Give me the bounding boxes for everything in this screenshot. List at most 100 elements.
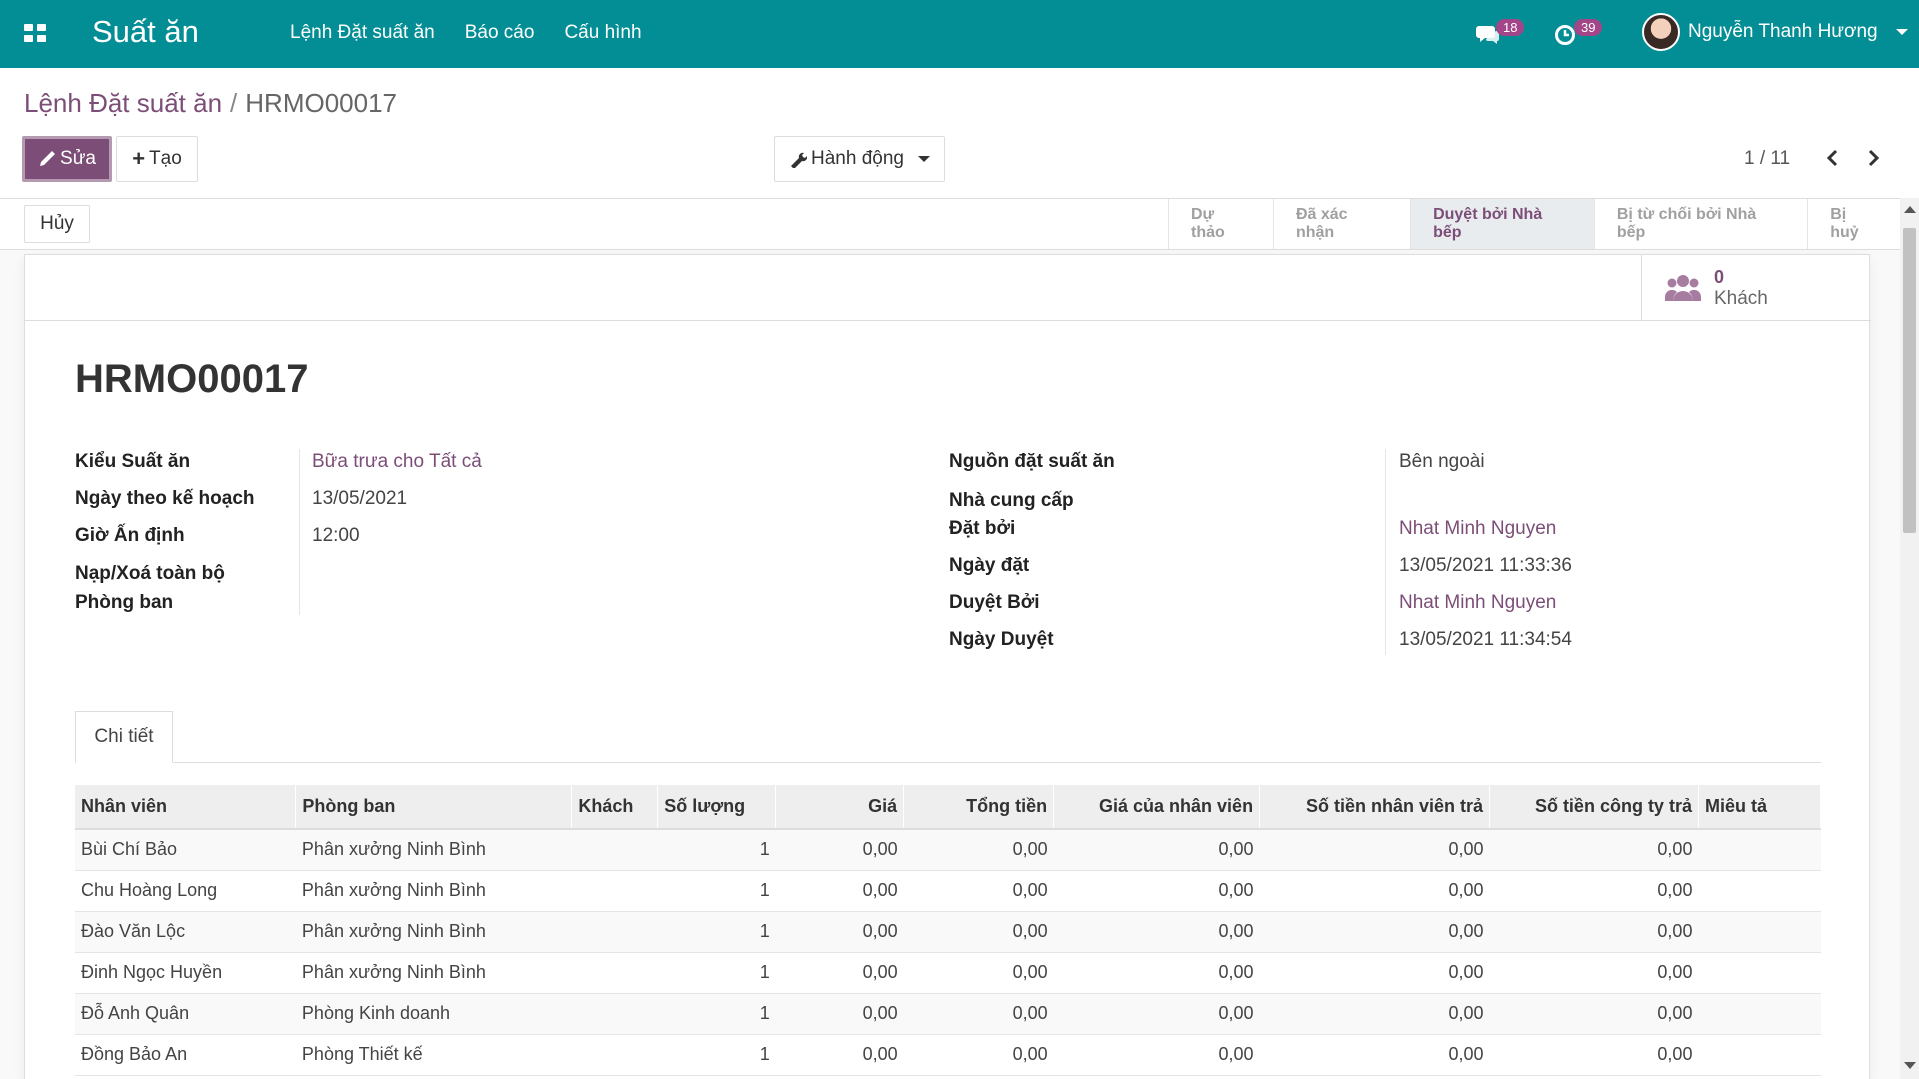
column-employee[interactable]: Nhân viên: [75, 785, 297, 830]
table-cell: [571, 870, 658, 912]
tab-details[interactable]: Chi tiết: [75, 711, 173, 763]
field-label-vendor: Nhà cung cấp: [949, 490, 1074, 511]
table-cell: Đỗ Anh Quân: [75, 993, 296, 1035]
user-menu[interactable]: Nguyễn Thanh Hương: [1642, 13, 1908, 51]
table-cell: [1698, 829, 1821, 871]
pager-previous-button[interactable]: [1820, 143, 1844, 173]
table-cell: [571, 1034, 658, 1076]
button-box: 0 Khách: [25, 255, 1871, 321]
field-value-approved-by[interactable]: Nhat Minh Nguyen: [1399, 592, 1556, 614]
activities-button[interactable]: 39: [1554, 18, 1603, 48]
record-title: HRMO00017: [75, 357, 309, 401]
scroll-down-arrow-icon[interactable]: [1904, 1062, 1916, 1069]
create-button[interactable]: + Tạo: [116, 136, 198, 182]
chevron-down-icon: [917, 156, 930, 162]
wrench-icon: [791, 152, 808, 168]
apps-menu-icon[interactable]: [24, 24, 46, 42]
app-name[interactable]: Suất ăn: [92, 14, 199, 50]
chevron-right-icon: [1868, 149, 1880, 167]
table-row[interactable]: Đỗ Anh Quân Phòng Kinh doanh 1 0,00 0,00 0,00…: [75, 993, 1821, 1035]
field-value-planned-date: 13/05/2021: [312, 488, 408, 509]
table-cell: 0,00: [775, 952, 904, 994]
table-header-row: Nhân viên Phòng ban Khách Số lượng Giá T…: [75, 785, 1822, 830]
scroll-up-arrow-icon[interactable]: [1904, 206, 1916, 213]
breadcrumb-parent[interactable]: Lệnh Đặt suất ăn: [24, 88, 222, 118]
cancel-button[interactable]: Hủy: [24, 205, 90, 243]
table-cell: 0,00: [1053, 952, 1260, 994]
field-label-order-date: Ngày đặt: [949, 555, 1030, 576]
edit-label: Sửa: [60, 148, 96, 169]
table-cell: 0,00: [1259, 993, 1490, 1035]
scroll-thumb[interactable]: [1903, 228, 1916, 533]
table-row[interactable]: Chu Hoàng Long Phân xưởng Ninh Bình 1 0,00 0…: [75, 870, 1821, 912]
menu-item-config[interactable]: Cấu hình: [564, 22, 641, 44]
stage-draft[interactable]: Dự thảo: [1168, 199, 1273, 249]
pager-value[interactable]: 1 / 11: [1744, 148, 1790, 170]
table-cell: 0,00: [1489, 952, 1699, 994]
column-department[interactable]: Phòng ban: [295, 785, 573, 830]
table-cell: [1698, 952, 1821, 994]
table-cell: 0,00: [775, 829, 904, 871]
table-row[interactable]: Đồng Bảo An Phòng Thiết kế 1 0,00 0,00 0,00 0,…: [75, 1034, 1821, 1076]
table-cell: 0,00: [775, 993, 904, 1035]
field-value-ordered-by[interactable]: Nhat Minh Nguyen: [1399, 518, 1556, 540]
field-value-meal-type[interactable]: Bữa trưa cho Tất cả: [312, 451, 482, 473]
status-bar: Hủy Dự thảo Đã xác nhận Duyệt bởi Nhà bế…: [0, 198, 1900, 250]
create-label: Tạo: [149, 148, 182, 169]
table-cell: 0,00: [1489, 1034, 1699, 1076]
stage-kitchen-approved[interactable]: Duyệt bởi Nhà bếp: [1410, 199, 1594, 249]
field-value-meal-time: 12:00: [312, 525, 360, 546]
table-cell: Phân xưởng Ninh Bình: [295, 952, 572, 994]
column-guest[interactable]: Khách: [571, 785, 659, 830]
table-cell: 0,00: [1053, 993, 1260, 1035]
column-employee-price[interactable]: Giá của nhân viên: [1053, 785, 1261, 830]
field-label-planned-date: Ngày theo kế hoạch: [75, 488, 255, 509]
chevron-left-icon: [1826, 149, 1838, 167]
table-cell: 1: [657, 829, 776, 871]
messages-button[interactable]: 18: [1476, 18, 1525, 48]
guests-stat-button[interactable]: 0 Khách: [1641, 255, 1871, 321]
field-value-order-source: Bên ngoài: [1399, 451, 1485, 472]
meal-lines-table: Nhân viên Phòng ban Khách Số lượng Giá T…: [75, 785, 1822, 1076]
menu-item-orders[interactable]: Lệnh Đặt suất ăn: [290, 22, 435, 44]
table-cell: 0,00: [1489, 870, 1699, 912]
table-cell: [571, 993, 658, 1035]
table-cell: 0,00: [1053, 1034, 1260, 1076]
column-price[interactable]: Giá: [775, 785, 905, 830]
table-row[interactable]: Đinh Ngọc Huyền Phân xưởng Ninh Bình 1 0,00…: [75, 952, 1821, 994]
column-description[interactable]: Miêu tả: [1698, 785, 1822, 830]
edit-button[interactable]: Sửa: [22, 136, 112, 182]
table-row[interactable]: Bùi Chí Bảo Phân xưởng Ninh Bình 1 0,00 0,00…: [75, 829, 1821, 871]
field-label-meal-type: Kiểu Suất ăn: [75, 451, 191, 472]
table-cell: [571, 952, 658, 994]
menu-item-reports[interactable]: Báo cáo: [465, 22, 535, 44]
table-row[interactable]: Đào Văn Lộc Phân xưởng Ninh Bình 1 0,00 0,00…: [75, 911, 1821, 953]
table-cell: 0,00: [1489, 829, 1699, 871]
field-label-meal-time: Giờ Ấn định: [75, 525, 185, 546]
stage-kitchen-rejected[interactable]: Bị từ chối bởi Nhà bếp: [1593, 199, 1807, 249]
table-cell: 0,00: [1489, 911, 1699, 953]
table-cell: 0,00: [775, 1034, 904, 1076]
table-cell: 0,00: [903, 1034, 1054, 1076]
table-cell: Phòng Thiết kế: [295, 1034, 572, 1076]
breadcrumb-current: HRMO00017: [245, 88, 398, 118]
table-cell: Phân xưởng Ninh Bình: [295, 911, 572, 953]
column-company-pays[interactable]: Số tiền công ty trả: [1489, 785, 1699, 830]
column-quantity[interactable]: Số lượng: [657, 785, 777, 830]
table-body: Bùi Chí Bảo Phân xưởng Ninh Bình 1 0,00 0,00…: [75, 829, 1821, 1076]
table-cell: 1: [657, 952, 776, 994]
action-dropdown-button[interactable]: Hành động: [774, 136, 945, 182]
stage-cancelled[interactable]: Bị huỷ: [1807, 199, 1900, 249]
clock-icon: [1555, 25, 1575, 45]
column-employee-pays[interactable]: Số tiền nhân viên trả: [1259, 785, 1491, 830]
pager-next-button[interactable]: [1862, 143, 1886, 173]
column-total[interactable]: Tổng tiền: [903, 785, 1055, 830]
table-cell: [1698, 1034, 1821, 1076]
field-divider: [299, 449, 300, 615]
stage-confirmed[interactable]: Đã xác nhận: [1272, 199, 1410, 249]
scrollbar[interactable]: [1900, 198, 1919, 1079]
table-cell: 1: [657, 993, 776, 1035]
field-label-load-clear-all: Nạp/Xoá toàn bộ: [75, 563, 225, 584]
field-label-ordered-by: Đặt bởi: [949, 518, 1016, 539]
guests-label: Khách: [1714, 288, 1768, 309]
